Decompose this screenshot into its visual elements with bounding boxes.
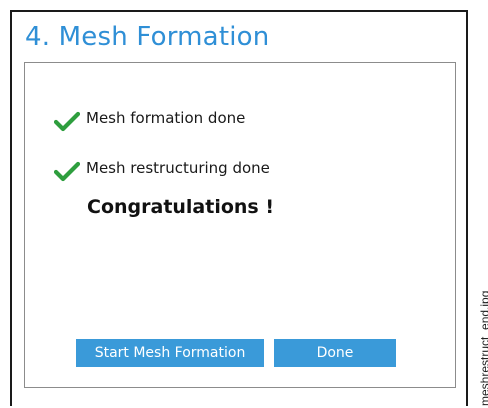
page-title: 4. Mesh Formation	[25, 22, 270, 52]
checkmark-icon	[53, 161, 81, 183]
status-item-mesh-formation: Mesh formation done	[53, 103, 246, 133]
mesh-formation-window: 4. Mesh Formation Mesh formation done Me…	[10, 10, 468, 406]
congratulations-message: Congratulations !	[87, 196, 275, 218]
status-item-mesh-restructuring: Mesh restructuring done	[53, 153, 270, 183]
done-button[interactable]: Done	[274, 339, 396, 367]
image-caption: meshrestruct_end.jpg	[478, 290, 488, 406]
status-panel: Mesh formation done Mesh restructuring d…	[24, 62, 456, 388]
status-label: Mesh formation done	[86, 109, 246, 127]
checkmark-icon	[53, 111, 81, 133]
start-mesh-formation-button[interactable]: Start Mesh Formation	[76, 339, 264, 367]
status-label: Mesh restructuring done	[86, 159, 270, 177]
